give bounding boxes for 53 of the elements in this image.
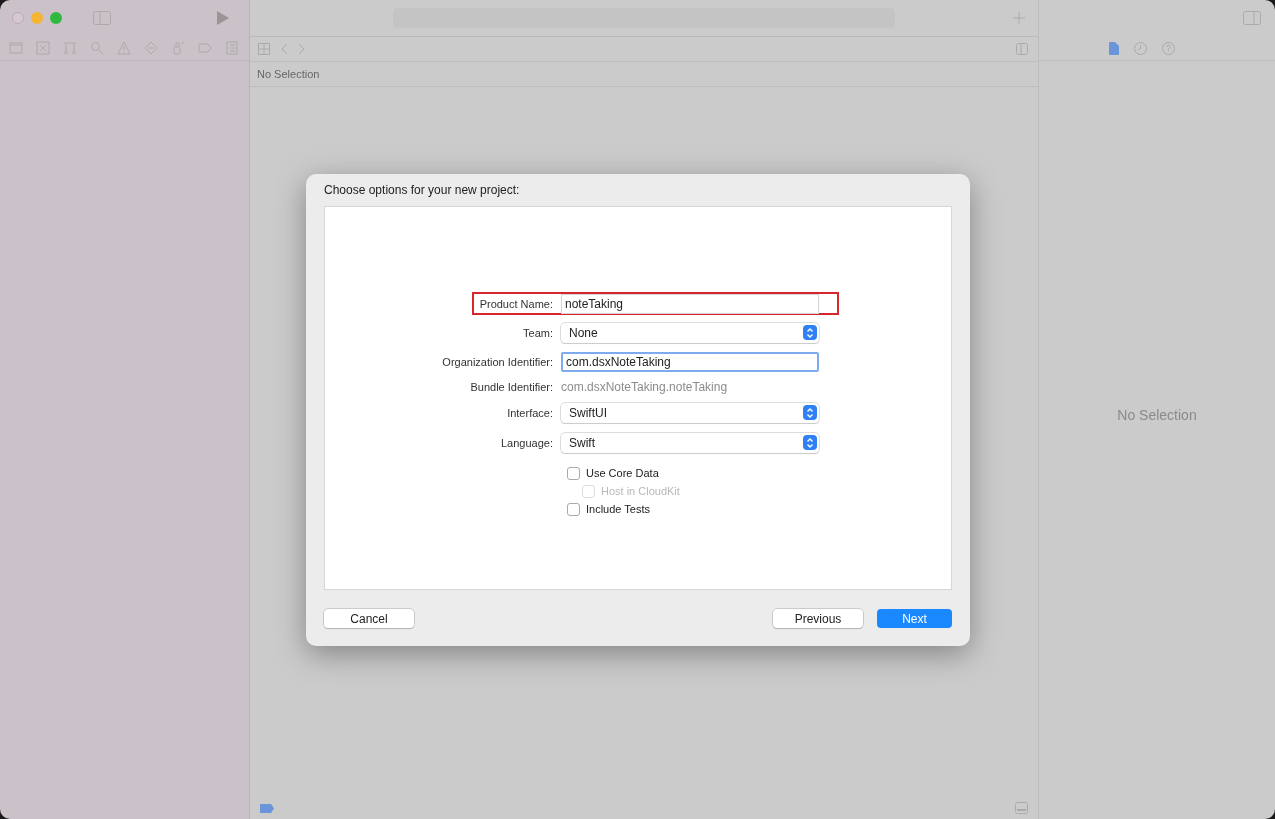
popup-value: None [569, 325, 599, 340]
grid-icon[interactable] [258, 43, 270, 55]
help-icon[interactable] [1162, 41, 1175, 55]
zoom-window-button[interactable] [50, 12, 62, 24]
search-icon[interactable] [90, 41, 104, 55]
previous-button[interactable]: Previous [773, 609, 863, 628]
diamond-icon[interactable] [144, 41, 158, 55]
split-view-icon[interactable] [1016, 43, 1028, 55]
field-label: Bundle Identifier: [469, 381, 554, 393]
dialog-title: Choose options for your new project: [324, 183, 521, 199]
checkbox-label: Include Tests [586, 503, 650, 515]
panel-toggle-icon[interactable] [1015, 802, 1028, 814]
field-label: Language: [500, 436, 554, 449]
field-label: Team: [522, 326, 554, 339]
file-icon[interactable] [1109, 41, 1119, 55]
field-label: Product Name: [478, 297, 554, 310]
popup-button[interactable]: Swift [561, 432, 819, 453]
tag-icon[interactable] [260, 803, 274, 813]
text-field[interactable]: com.dsxNoteTaking [561, 351, 819, 372]
checkbox-label: Use Core Data [586, 467, 659, 479]
cancel-button[interactable]: Cancel [324, 609, 414, 628]
forward-icon[interactable] [298, 43, 306, 55]
folder-icon[interactable] [9, 41, 23, 55]
checkbox-label: Host in CloudKit [601, 485, 680, 497]
list-icon[interactable] [225, 41, 239, 55]
jump-bar-text: No Selection [250, 62, 1038, 87]
popup-button[interactable]: None [561, 322, 819, 343]
run-icon[interactable] [217, 11, 229, 25]
popup-button[interactable]: SwiftUI [561, 402, 819, 423]
close-window-button[interactable] [12, 12, 24, 24]
popup-value: Swift [569, 435, 596, 450]
chevron-updown-icon [803, 405, 817, 420]
square-x-icon[interactable] [36, 41, 50, 55]
warning-icon[interactable] [117, 41, 131, 55]
label-icon[interactable] [198, 41, 212, 55]
bundle-identifier-value: com.dsxNoteTaking.noteTaking [561, 380, 728, 394]
brush-icon[interactable] [171, 41, 185, 55]
inspector-toggle-icon[interactable] [1243, 11, 1261, 25]
minimize-window-button[interactable] [31, 12, 43, 24]
chevron-updown-icon [803, 325, 817, 340]
sidebar-toggle-icon[interactable] [93, 11, 111, 25]
no-selection-text: No Selection [1117, 407, 1197, 423]
checkbox[interactable] [567, 502, 580, 516]
checkbox[interactable] [567, 466, 580, 480]
add-tab-icon[interactable] [1013, 12, 1025, 24]
field-label: Organization Identifier: [441, 355, 554, 368]
back-icon[interactable] [280, 43, 288, 55]
chevron-updown-icon [803, 435, 817, 450]
hierarchy-icon[interactable] [63, 41, 77, 55]
clock-icon[interactable] [1134, 41, 1147, 55]
popup-value: SwiftUI [569, 405, 608, 420]
text-field[interactable]: noteTaking [561, 293, 819, 314]
field-label: Interface: [506, 406, 554, 419]
